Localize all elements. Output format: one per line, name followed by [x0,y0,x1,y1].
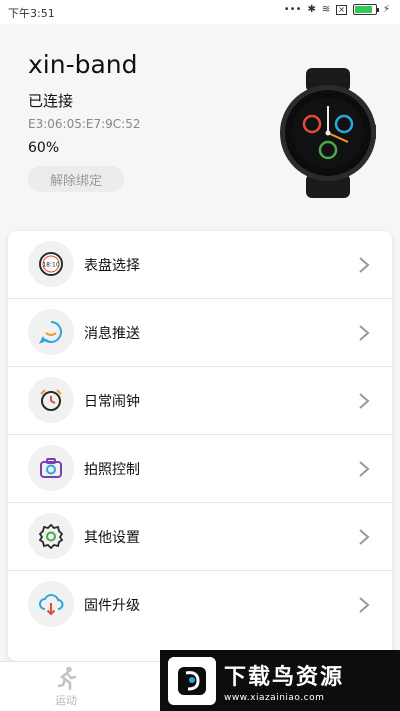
alarm-clock-icon [28,377,74,423]
settings-menu: 18:10 表盘选择 消息推送 日常闹钟 拍照控制 其他设置 固件升级 [8,231,392,661]
watch-face-time: 18:10 [42,262,59,269]
chevron-right-icon [359,325,370,341]
nav-tab-label: 运动 [55,694,77,707]
menu-item-firmware-upgrade[interactable]: 固件升级 [8,571,392,639]
menu-item-message-push[interactable]: 消息推送 [8,299,392,367]
menu-item-alarm[interactable]: 日常闹钟 [8,367,392,435]
menu-item-camera-control[interactable]: 拍照控制 [8,435,392,503]
watch-face-icon: 18:10 [28,241,74,287]
gear-icon [28,513,74,559]
device-name: xin-band [28,50,138,79]
chevron-right-icon [359,597,370,613]
camera-icon [28,445,74,491]
watermark-title: 下载鸟资源 [224,664,345,690]
chevron-right-icon [359,461,370,477]
menu-item-label: 消息推送 [84,326,140,342]
sim-off-icon: × [336,4,347,15]
smartwatch-image [280,68,376,198]
menu-item-label: 表盘选择 [84,258,140,274]
running-icon [57,666,77,690]
chevron-right-icon [359,529,370,545]
unbind-button[interactable]: 解除绑定 [28,166,124,192]
cloud-download-icon [28,581,74,627]
chevron-right-icon [359,257,370,273]
more-dots-icon: ••• [283,4,302,15]
watermark-banner: 下载鸟资源 www.xiazainiao.com [160,650,400,711]
wifi-icon: ≋ [321,4,331,15]
menu-item-watch-face[interactable]: 18:10 表盘选择 [8,231,392,299]
menu-item-label: 拍照控制 [84,462,140,478]
menu-item-label: 日常闹钟 [84,394,140,410]
menu-item-label: 固件升级 [84,598,140,614]
watermark-url: www.xiazainiao.com [224,692,325,703]
message-icon [28,309,74,355]
battery-level: 60% [28,140,60,156]
mac-address: E3:06:05:E7:9C:52 [28,117,141,131]
charging-icon: ⚡ [382,4,390,15]
watermark-logo-icon [168,656,216,705]
status-time: 下午3:51 [8,7,55,20]
chevron-right-icon [359,393,370,409]
connection-status: 已连接 [28,92,74,110]
device-header: xin-band 已连接 E3:06:05:E7:9C:52 60% 解除绑定 [0,24,400,220]
nav-tab-sport[interactable]: 运动 [38,666,94,708]
status-bar: 下午3:51 ••• ✱ ≋ × ⚡ [0,0,400,24]
status-icons: ••• ✱ ≋ × ⚡ [284,4,390,15]
bluetooth-icon: ✱ [307,4,316,15]
battery-icon [352,4,379,15]
menu-item-label: 其他设置 [84,530,140,546]
menu-item-other-settings[interactable]: 其他设置 [8,503,392,571]
